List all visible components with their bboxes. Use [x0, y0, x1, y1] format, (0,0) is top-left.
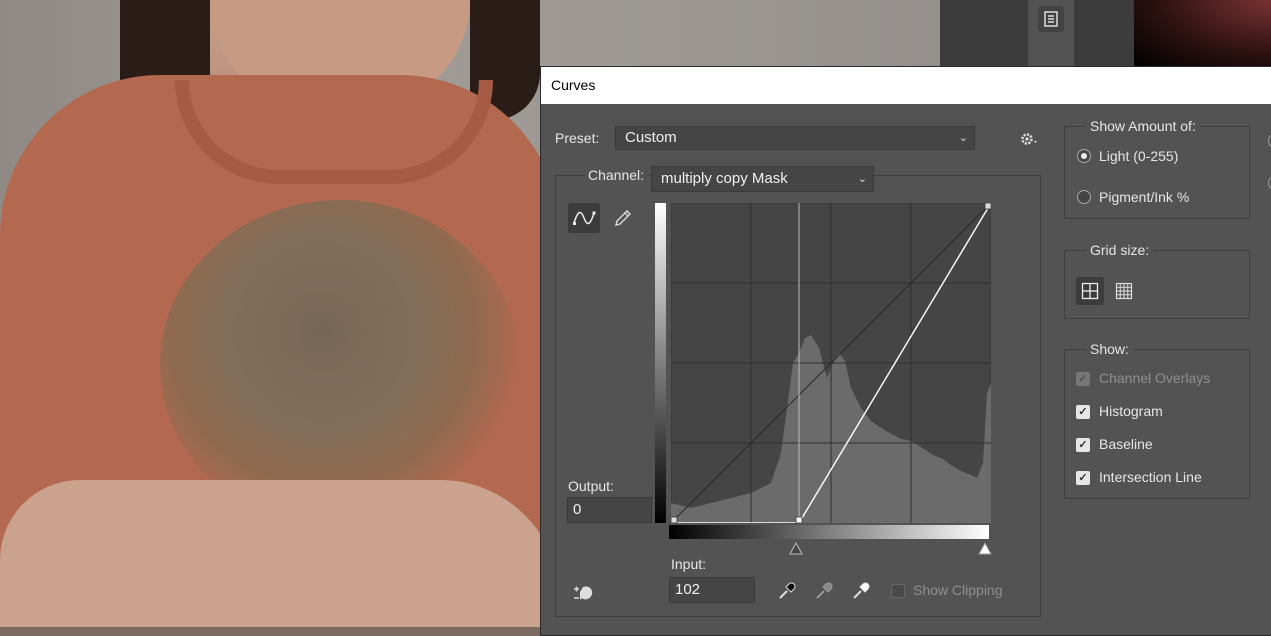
curve-point[interactable] [795, 516, 803, 523]
on-image-adjust-icon[interactable] [571, 583, 597, 605]
baseline-checkbox[interactable]: ✓ [1076, 438, 1090, 452]
channel-dropdown[interactable]: multiply copy Mask ⌄ [651, 166, 874, 192]
light-radio[interactable] [1077, 149, 1091, 163]
pencil-tool-icon [615, 210, 631, 226]
crossed-arms [0, 480, 560, 627]
show-clipping-label: Show Clipping [913, 582, 1003, 598]
baseline-label: Baseline [1099, 436, 1153, 452]
black-point-slider[interactable] [788, 542, 804, 556]
light-label: Light (0-255) [1099, 148, 1179, 164]
channel-value: multiply copy Mask [661, 170, 788, 187]
preset-label: Preset: [555, 130, 600, 146]
pigment-radio[interactable] [1077, 190, 1091, 204]
show-clipping-checkbox[interactable] [891, 584, 905, 598]
grid-simple-icon [1081, 282, 1099, 300]
panel-icon[interactable] [1038, 6, 1064, 32]
show-amount-group [1064, 126, 1250, 219]
eyedropper-gray-icon[interactable] [814, 581, 834, 601]
intersection-line-checkbox[interactable]: ✓ [1076, 471, 1090, 485]
show-title: Show: [1086, 341, 1133, 357]
intersection-line-label: Intersection Line [1099, 469, 1202, 485]
curve-tool-icon [573, 211, 596, 225]
pigment-label: Pigment/Ink % [1099, 189, 1190, 205]
preset-value: Custom [625, 129, 677, 146]
output-label: Output: [568, 478, 614, 494]
histogram-checkbox[interactable]: ✓ [1076, 405, 1090, 419]
curve-graph[interactable] [671, 203, 991, 523]
dialog-title: Curves [541, 67, 1271, 104]
output-field[interactable]: 0 [567, 497, 652, 523]
pencil-tool-button[interactable] [607, 203, 639, 233]
grid-detailed-button[interactable] [1110, 277, 1138, 305]
chevron-down-icon: ⌄ [958, 132, 968, 144]
curve-point[interactable] [671, 516, 678, 523]
curve-point[interactable] [984, 203, 991, 210]
preset-dropdown[interactable]: Custom ⌄ [615, 126, 975, 150]
input-gradient-bar [669, 525, 989, 539]
eyedropper-black-icon[interactable] [777, 581, 797, 601]
color-picker-gradient[interactable] [1134, 0, 1271, 66]
curve-tool-button[interactable] [568, 203, 600, 233]
channel-overlays-checkbox: ✓ [1076, 372, 1090, 386]
white-point-slider[interactable] [977, 542, 993, 556]
grid-simple-button[interactable] [1076, 277, 1104, 305]
show-amount-title: Show Amount of: [1086, 118, 1200, 134]
grid-size-title: Grid size: [1086, 242, 1154, 258]
output-gradient-bar [655, 203, 666, 523]
eyedropper-white-icon[interactable] [851, 581, 871, 601]
channel-overlays-label: Channel Overlays [1099, 370, 1211, 386]
chevron-down-icon: ⌄ [857, 173, 867, 185]
histogram-label: Histogram [1099, 403, 1163, 419]
input-label: Input: [671, 556, 707, 572]
gear-icon[interactable] [1019, 129, 1041, 149]
input-field[interactable]: 102 [669, 577, 755, 603]
channel-label: Channel: [585, 167, 648, 183]
grid-detailed-icon [1115, 282, 1133, 300]
curves-dialog: Curves Preset: Custom ⌄ Channel: multipl… [540, 66, 1271, 636]
top-right-panel [940, 0, 1271, 66]
